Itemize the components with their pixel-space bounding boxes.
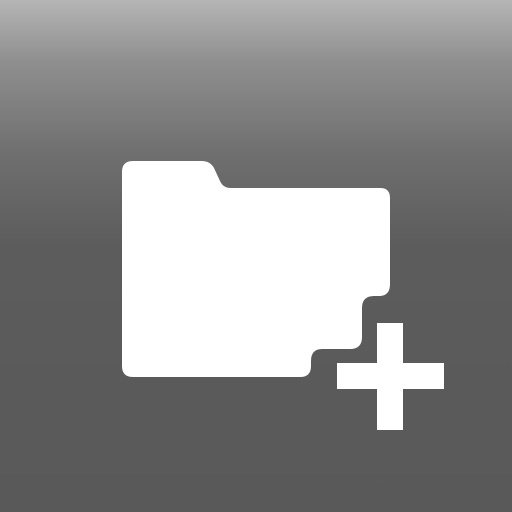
folder-icon bbox=[122, 161, 390, 377]
new-folder-icon[interactable] bbox=[0, 0, 512, 512]
new-folder-tile[interactable] bbox=[0, 0, 512, 512]
